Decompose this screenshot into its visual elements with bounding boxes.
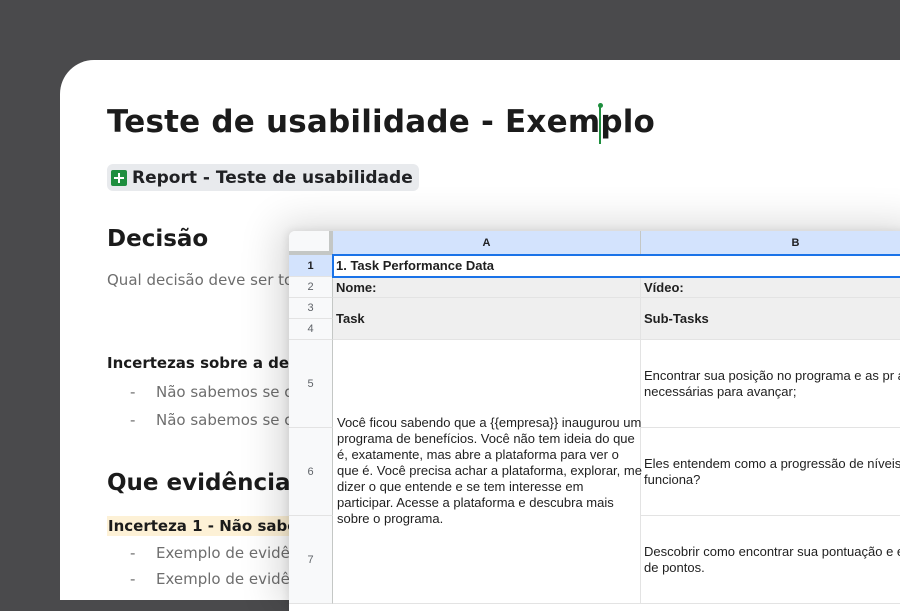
linked-sheet-chip[interactable]: Report - Teste de usabilidade [107, 164, 419, 191]
evidence-heading: Que evidências [107, 470, 305, 496]
uncertainty-bullet: - Não sabemos se o [130, 411, 294, 429]
cell-b5[interactable]: Encontrar sua posição no programa e as p… [641, 340, 900, 428]
task-description: Você ficou sabendo que a {{empresa}} ina… [337, 415, 642, 526]
uncertainties-label: Incertezas sobre a decis [107, 354, 313, 372]
row-header-3[interactable]: 3 [289, 298, 333, 319]
row-header-4[interactable]: 4 [289, 319, 333, 340]
document-title[interactable]: Teste de usabilidade - Exemplo [107, 104, 655, 140]
evidence-bullet: - Exemplo de evidên [130, 544, 300, 562]
row-header-6[interactable]: 6 [289, 428, 333, 516]
row-header-2[interactable]: 2 [289, 277, 333, 298]
decision-heading: Decisão [107, 226, 209, 252]
row-header-1[interactable]: 1 [289, 255, 333, 277]
linked-sheet-label: Report - Teste de usabilidade [132, 167, 413, 188]
select-all-corner[interactable] [289, 231, 333, 255]
spreadsheet-preview: A B 1 2 3 4 5 6 7 1. Task Performance Da… [289, 231, 900, 611]
cell-b2[interactable]: Vídeo: [641, 277, 900, 298]
uncertainty-bullet: - Não sabemos se o [130, 383, 294, 401]
evidence-bullet: - Exemplo de evidên [130, 570, 300, 588]
column-header-b[interactable]: B [641, 231, 900, 255]
cell-b7[interactable]: Descobrir como encontrar sua pontuação e… [641, 516, 900, 604]
highlighted-uncertainty: Incerteza 1 - Não sabem [107, 516, 315, 536]
cell-a2[interactable]: Nome: [333, 277, 641, 298]
row-header-5[interactable]: 5 [289, 340, 333, 428]
cell-a3[interactable]: Task [333, 298, 641, 340]
cell-a1[interactable]: 1. Task Performance Data [332, 254, 900, 278]
cell-b6[interactable]: Eles entendem como a progressão de nívei… [641, 428, 900, 516]
cell-b3[interactable]: Sub-Tasks [641, 298, 900, 340]
text-cursor [598, 103, 603, 144]
google-sheets-icon [111, 169, 127, 186]
row-header-7[interactable]: 7 [289, 516, 333, 604]
column-header-a[interactable]: A [333, 231, 641, 255]
